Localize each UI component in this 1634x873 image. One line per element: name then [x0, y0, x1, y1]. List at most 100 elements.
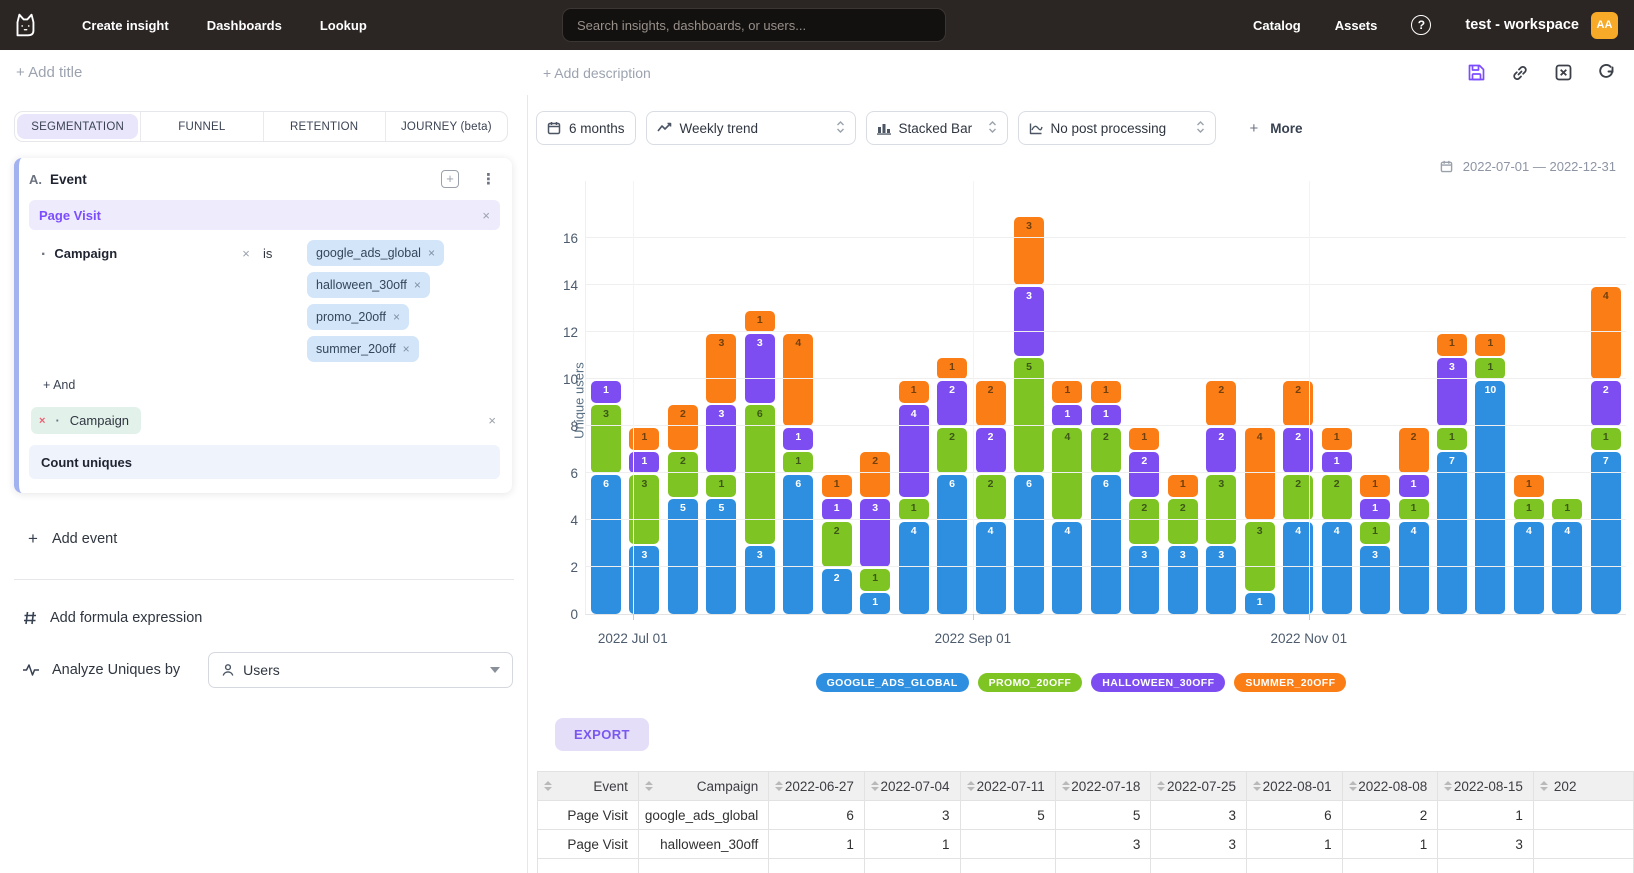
- bar-segment-promo_20off[interactable]: 1: [1552, 499, 1582, 521]
- remove-value-icon[interactable]: ×: [414, 278, 421, 292]
- bar-column[interactable]: 4141: [899, 381, 929, 614]
- nav-item-lookup[interactable]: Lookup: [320, 18, 367, 33]
- filter-property[interactable]: Campaign: [54, 246, 117, 261]
- bar-segment-promo_20off[interactable]: 1: [1475, 358, 1505, 380]
- bar-segment-halloween_30off[interactable]: 1: [629, 452, 659, 474]
- bar-segment-summer_20off[interactable]: 1: [937, 358, 967, 380]
- remove-value-icon[interactable]: ×: [393, 310, 400, 324]
- remove-value-icon[interactable]: ×: [428, 246, 435, 260]
- add-title-button[interactable]: + Add title: [16, 64, 82, 81]
- sort-icon[interactable]: [1540, 781, 1548, 791]
- bar-segment-promo_20off[interactable]: 3: [591, 405, 621, 474]
- bar-segment-summer_20off[interactable]: 4: [783, 334, 813, 426]
- bar-segment-summer_20off[interactable]: 2: [860, 452, 890, 497]
- bar-segment-google_ads_global[interactable]: 10: [1475, 381, 1505, 614]
- bar-segment-halloween_30off[interactable]: 4: [899, 405, 929, 497]
- add-event-button[interactable]: + Add event: [28, 529, 527, 549]
- bar-segment-halloween_30off[interactable]: 3: [745, 334, 775, 403]
- bar-segment-google_ads_global[interactable]: 4: [1552, 522, 1582, 614]
- bar-column[interactable]: 3311: [629, 428, 659, 614]
- bar-segment-halloween_30off[interactable]: 1: [1399, 475, 1429, 497]
- kebab-menu-icon[interactable]: ⋮: [481, 170, 496, 188]
- bar-segment-summer_20off[interactable]: 1: [1475, 334, 1505, 356]
- bar-segment-promo_20off[interactable]: 1: [860, 569, 890, 591]
- bar-segment-google_ads_global[interactable]: 4: [899, 522, 929, 614]
- bar-segment-promo_20off[interactable]: 3: [1245, 522, 1275, 591]
- remove-breakdown-icon[interactable]: ×: [39, 415, 45, 427]
- bar-segment-summer_20off[interactable]: 1: [1091, 381, 1121, 403]
- bar-segment-google_ads_global[interactable]: 6: [591, 475, 621, 614]
- bar-segment-google_ads_global[interactable]: 7: [1591, 452, 1621, 615]
- bar-segment-google_ads_global[interactable]: 4: [1052, 522, 1082, 614]
- add-and-condition[interactable]: + And: [43, 378, 500, 392]
- bar-segment-promo_20off[interactable]: 5: [1014, 358, 1044, 474]
- bar-segment-halloween_30off[interactable]: 2: [1591, 381, 1621, 426]
- event-row[interactable]: Page Visit ×: [29, 200, 500, 230]
- legend-pill-summer_20off[interactable]: SUMMER_20OFF: [1234, 673, 1346, 692]
- bar-segment-google_ads_global[interactable]: 7: [1437, 452, 1467, 615]
- bar-column[interactable]: 3111: [1360, 475, 1390, 614]
- bar-segment-halloween_30off[interactable]: 1: [591, 381, 621, 403]
- nav-item-create-insight[interactable]: Create insight: [82, 18, 169, 33]
- aggregation-row[interactable]: Count uniques: [29, 445, 500, 479]
- search-input[interactable]: [562, 8, 946, 42]
- bar-column[interactable]: 3322: [1206, 381, 1236, 614]
- legend-pill-halloween_30off[interactable]: HALLOWEEN_30OFF: [1091, 673, 1225, 692]
- tab-funnel[interactable]: FUNNEL: [140, 112, 263, 141]
- bar-segment-google_ads_global[interactable]: 2: [822, 569, 852, 614]
- bar-segment-google_ads_global[interactable]: 6: [937, 475, 967, 614]
- more-button[interactable]: + More: [1250, 120, 1303, 137]
- refresh-icon[interactable]: [1597, 63, 1616, 82]
- filter-value-tag[interactable]: google_ads_global×: [307, 240, 444, 266]
- bar-segment-google_ads_global[interactable]: 1: [1245, 593, 1275, 615]
- sort-icon[interactable]: [1444, 781, 1452, 791]
- event-name[interactable]: Page Visit: [39, 208, 101, 223]
- bar-segment-promo_20off[interactable]: 2: [668, 452, 698, 497]
- bar-column[interactable]: 4112: [1399, 428, 1429, 614]
- bar-column[interactable]: 41: [1552, 499, 1582, 615]
- bar-segment-summer_20off[interactable]: 2: [1206, 381, 1236, 426]
- bar-column[interactable]: 6533: [1014, 217, 1044, 615]
- clear-breakdown-icon[interactable]: ×: [488, 413, 496, 428]
- remove-value-icon[interactable]: ×: [403, 342, 410, 356]
- legend-pill-google_ads_global[interactable]: GOOGLE_ADS_GLOBAL: [816, 673, 969, 692]
- remove-event-icon[interactable]: ×: [482, 208, 490, 223]
- bar-segment-halloween_30off[interactable]: 1: [1091, 405, 1121, 427]
- workspace-switcher[interactable]: test - workspace AA: [1465, 12, 1618, 39]
- bar-segment-promo_20off[interactable]: 4: [1052, 428, 1082, 520]
- bar-segment-halloween_30off[interactable]: 1: [783, 428, 813, 450]
- add-filter-icon[interactable]: +: [441, 170, 459, 188]
- bar-segment-promo_20off[interactable]: 2: [937, 428, 967, 473]
- nav-item-catalog[interactable]: Catalog: [1253, 18, 1301, 33]
- post-processing-select[interactable]: No post processing: [1018, 111, 1216, 145]
- bar-column[interactable]: 6221: [937, 358, 967, 615]
- bar-column[interactable]: 321: [1168, 475, 1198, 614]
- bar-segment-promo_20off[interactable]: 1: [899, 499, 929, 521]
- bar-segment-summer_20off[interactable]: 1: [745, 311, 775, 333]
- bar-column[interactable]: 1132: [860, 452, 890, 615]
- column-header[interactable]: Event: [538, 772, 639, 801]
- analyze-by-select[interactable]: Users: [208, 652, 513, 688]
- nav-item-assets[interactable]: Assets: [1335, 18, 1378, 33]
- bar-column[interactable]: 4211: [1322, 428, 1352, 614]
- bar-column[interactable]: 6114: [783, 334, 813, 614]
- nav-item-dashboards[interactable]: Dashboards: [207, 18, 282, 33]
- bar-segment-summer_20off[interactable]: 2: [668, 405, 698, 450]
- bar-column[interactable]: 2211: [822, 475, 852, 614]
- bar-column[interactable]: 7124: [1591, 287, 1621, 614]
- bar-segment-summer_20off[interactable]: 2: [1399, 428, 1429, 473]
- export-button[interactable]: EXPORT: [555, 718, 649, 751]
- bar-segment-summer_20off[interactable]: 4: [1591, 287, 1621, 379]
- tab-journey-beta-[interactable]: JOURNEY (beta): [386, 112, 507, 141]
- bar-segment-summer_20off[interactable]: 3: [1014, 217, 1044, 286]
- cat-logo-icon[interactable]: [10, 10, 40, 40]
- filter-operator[interactable]: is: [263, 240, 307, 362]
- bar-segment-halloween_30off[interactable]: 1: [1360, 499, 1390, 521]
- bar-segment-halloween_30off[interactable]: 3: [860, 499, 890, 568]
- bar-column[interactable]: 5133: [706, 334, 736, 614]
- remove-filter-icon[interactable]: ×: [229, 240, 263, 362]
- bar-segment-promo_20off[interactable]: 1: [1591, 428, 1621, 450]
- bar-segment-promo_20off[interactable]: 1: [783, 452, 813, 474]
- avatar[interactable]: AA: [1591, 12, 1618, 39]
- bar-column[interactable]: 522: [668, 405, 698, 615]
